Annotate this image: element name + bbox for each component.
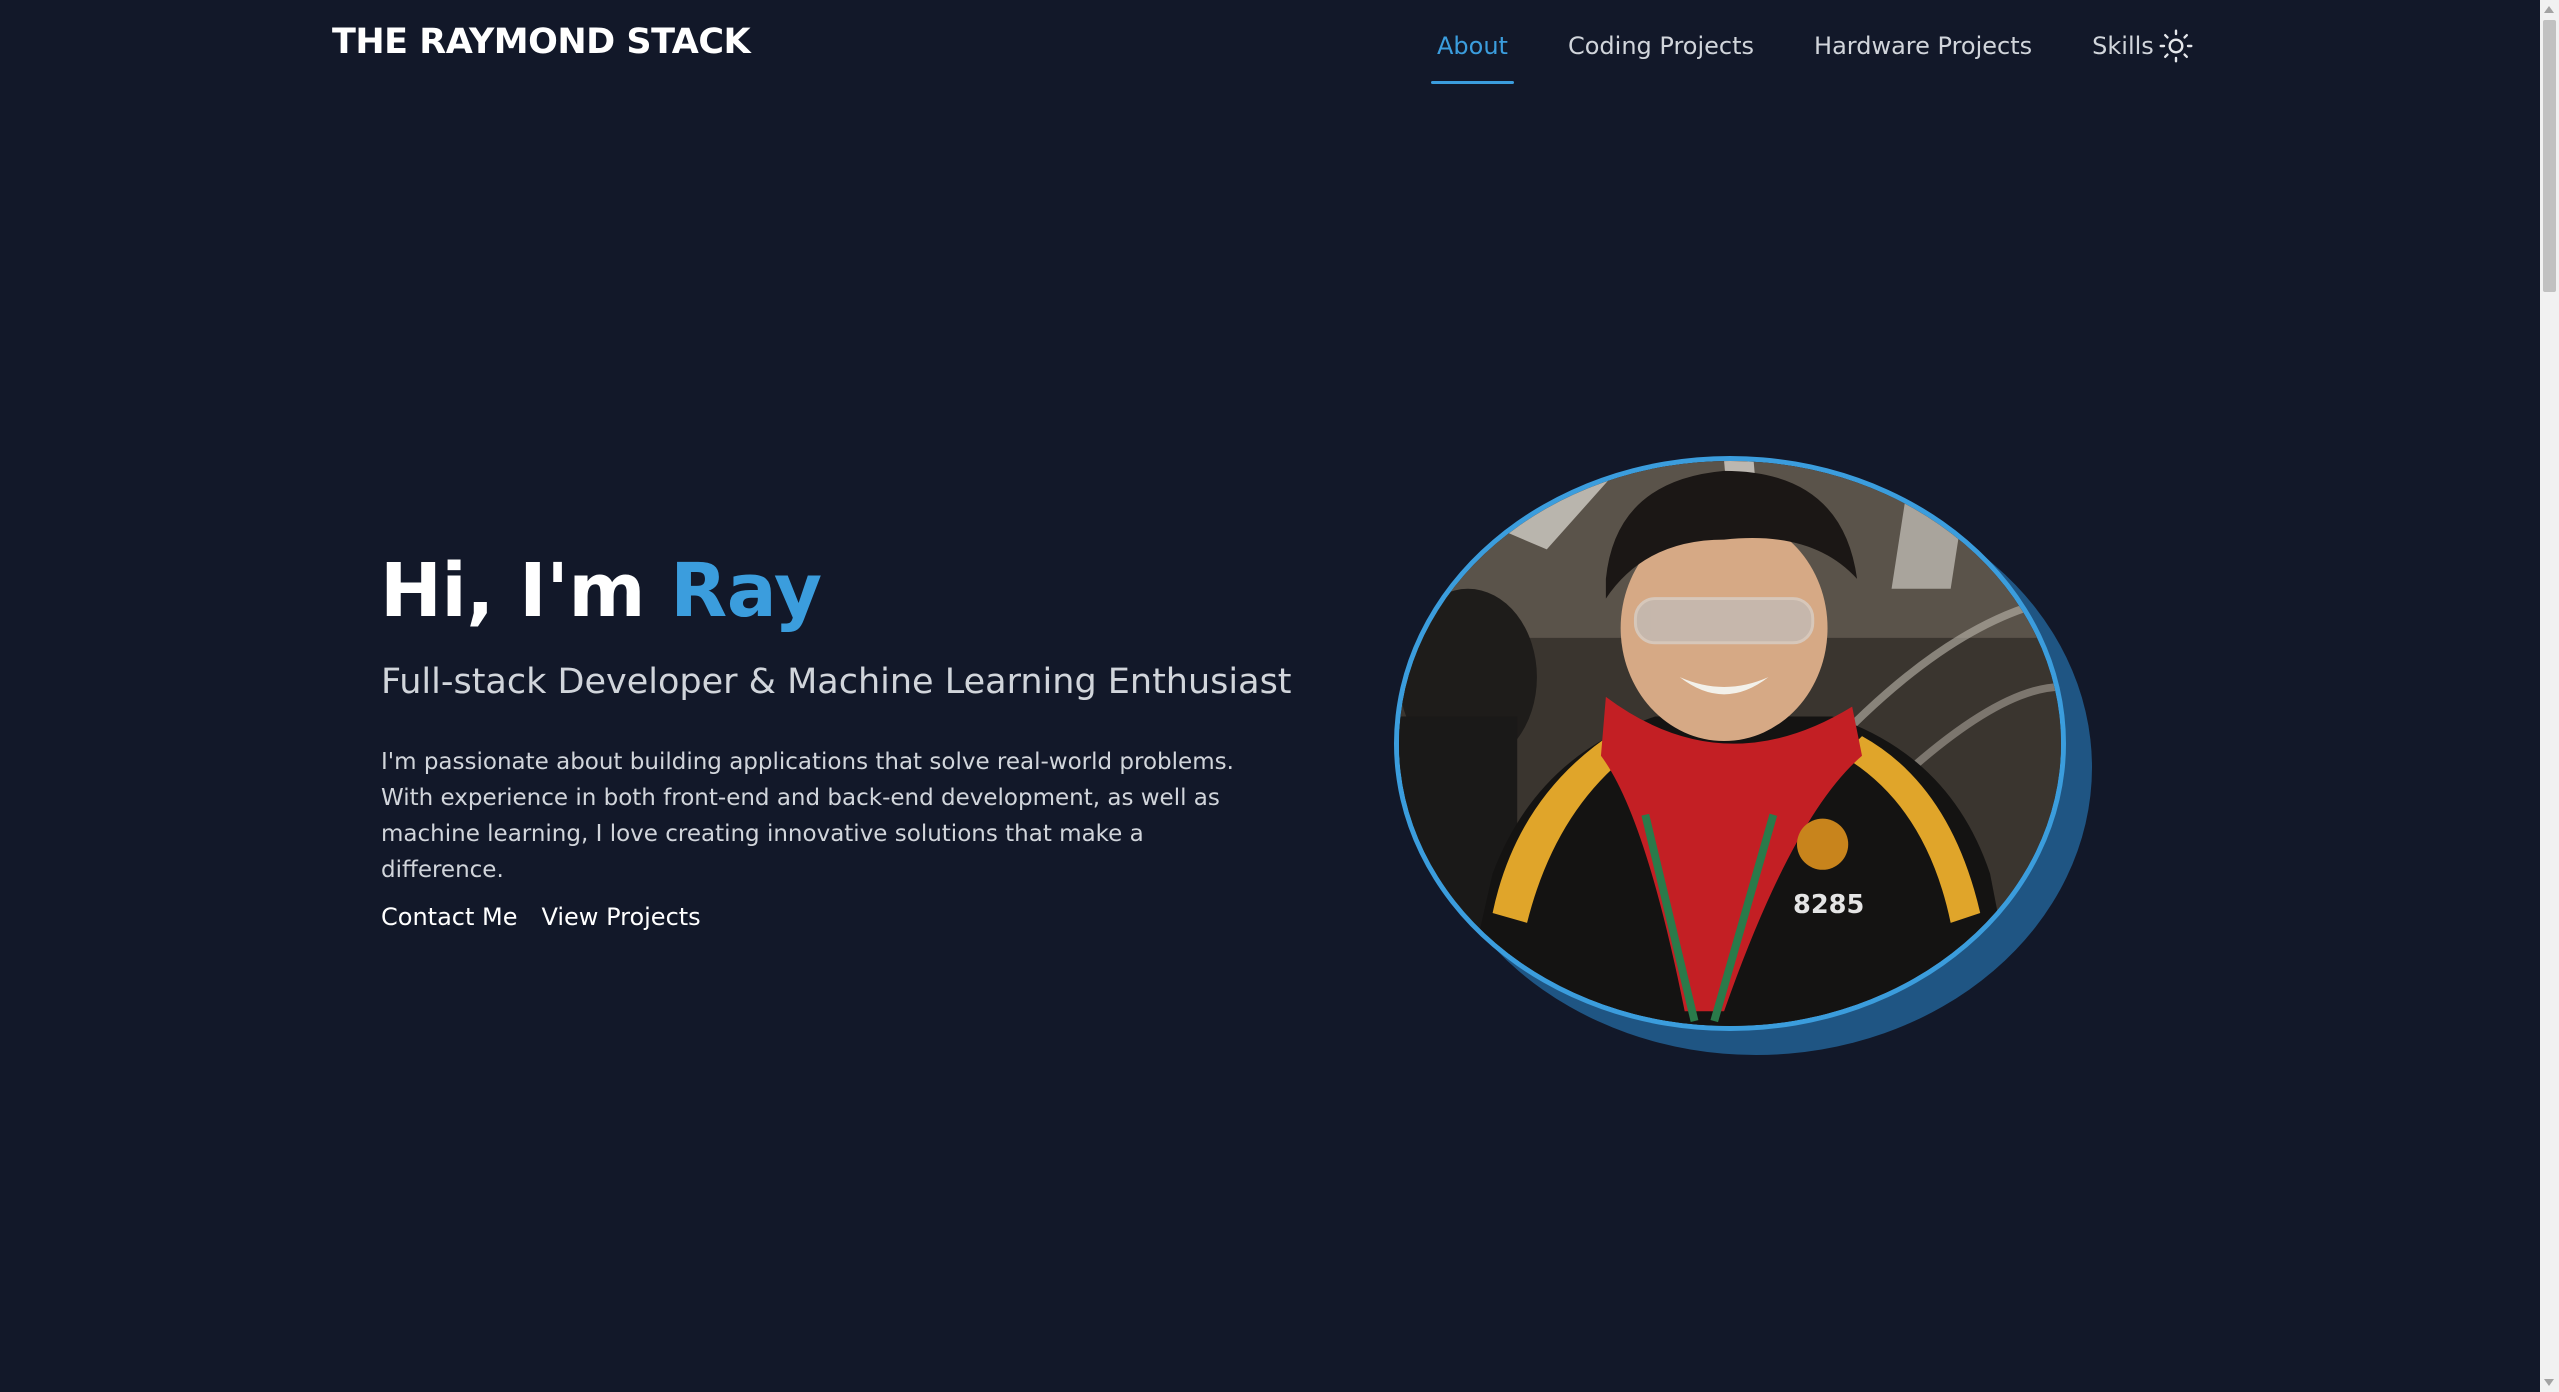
hero-subtitle: Full-stack Developer & Machine Learning …: [381, 662, 1292, 702]
site-header: THE RAYMOND STACK About Coding Projects …: [0, 0, 2540, 95]
nav-item-coding-projects[interactable]: Coding Projects: [1562, 28, 1760, 84]
page-scrollbar[interactable]: [2540, 0, 2559, 1392]
nav-item-about[interactable]: About: [1431, 28, 1514, 84]
profile-photo-illustration: 8285: [1399, 461, 2061, 1026]
sun-icon: [2159, 29, 2193, 63]
view-projects-button[interactable]: View Projects: [541, 903, 700, 931]
site-brand[interactable]: THE RAYMOND STACK: [332, 22, 751, 62]
profile-photo: 8285: [1394, 456, 2066, 1031]
theme-toggle-button[interactable]: [2158, 28, 2194, 64]
hero-actions: Contact Me View Projects: [381, 903, 701, 931]
hero-greeting: Hi, I'm: [380, 548, 645, 634]
scroll-down-icon[interactable]: [2544, 1379, 2554, 1386]
hero-description: I'm passionate about building applicatio…: [381, 749, 1234, 883]
main-nav: About Coding Projects Hardware Projects …: [1431, 28, 2160, 84]
scrollbar-thumb[interactable]: [2543, 20, 2556, 292]
hero-name: Ray: [670, 548, 822, 634]
page: THE RAYMOND STACK About Coding Projects …: [0, 0, 2559, 1392]
scroll-up-icon[interactable]: [2544, 6, 2554, 13]
contact-me-button[interactable]: Contact Me: [381, 903, 517, 931]
nav-item-skills[interactable]: Skills: [2086, 28, 2160, 84]
nav-item-hardware-projects[interactable]: Hardware Projects: [1808, 28, 2038, 84]
portrait-badge-text: 8285: [1793, 890, 1864, 920]
hero-title: Hi, I'm Ray: [380, 548, 822, 634]
